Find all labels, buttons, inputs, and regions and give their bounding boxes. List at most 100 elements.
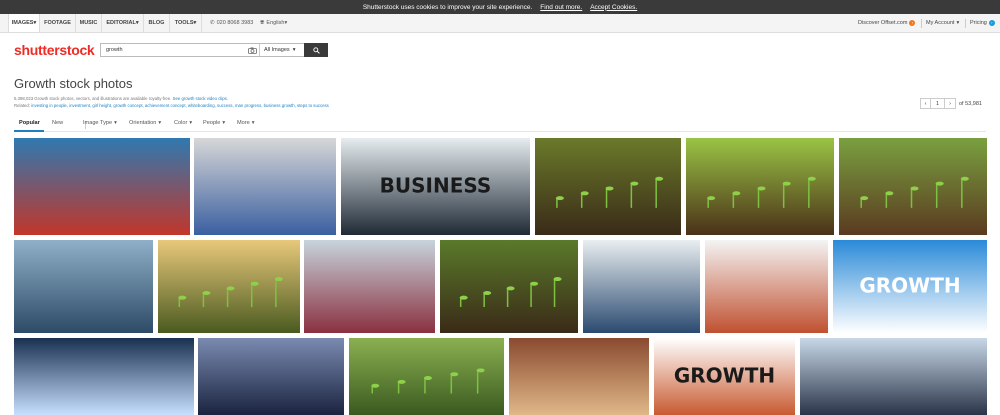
caret-down-icon: ▾ <box>114 120 117 126</box>
filter-image-type[interactable]: Image Type ▾ <box>83 120 117 126</box>
arrow-right-icon: › <box>909 20 916 26</box>
tab-new[interactable]: New <box>52 120 63 126</box>
image-thumbnail <box>509 338 649 415</box>
image-result[interactable] <box>705 240 828 333</box>
active-tab-indicator <box>14 130 44 132</box>
image-result[interactable] <box>14 338 194 415</box>
filter-more-label: More <box>237 120 250 126</box>
tab-popular[interactable]: Popular <box>19 120 40 126</box>
page-number: 1 <box>935 100 940 107</box>
nav-editorial[interactable]: EDITORIAL ▾ <box>102 14 144 32</box>
page-number-input[interactable]: 1 <box>931 98 945 109</box>
nav-divider <box>965 19 966 28</box>
image-result[interactable]: GROWTH <box>833 240 987 333</box>
prev-page-button[interactable]: ‹ <box>920 98 931 109</box>
image-result[interactable] <box>349 338 504 415</box>
image-result[interactable]: BUSINESS <box>341 138 530 235</box>
caret-down-icon: ▾ <box>193 20 197 26</box>
image-result[interactable] <box>194 138 336 235</box>
filter-color-label: Color <box>174 120 188 126</box>
image-result[interactable] <box>14 240 153 333</box>
arrow-right-icon: › <box>988 20 995 26</box>
page-title: Growth stock photos <box>14 76 133 91</box>
language-selector[interactable]: 🌐︎ English ▾ <box>260 14 287 32</box>
language-label: English <box>266 20 285 26</box>
image-type-select[interactable]: All Images ▾ <box>260 47 304 53</box>
caret-down-icon: ▾ <box>222 120 226 126</box>
image-result[interactable] <box>583 240 700 333</box>
logo-text: shutterstock <box>14 42 95 58</box>
image-result[interactable] <box>304 240 435 333</box>
related-label: Related: <box>14 103 31 108</box>
chevron-left-icon: ‹ <box>924 100 927 107</box>
nav-editorial-label: EDITORIAL <box>106 20 136 26</box>
cookie-message: Shutterstock uses cookies to improve you… <box>362 3 533 11</box>
filter-more[interactable]: More ▾ <box>237 120 255 126</box>
phone-number[interactable]: ✆ 020 8068 3983 <box>210 14 253 32</box>
image-result[interactable] <box>839 138 987 235</box>
pricing-label: Pricing <box>970 20 987 26</box>
results-count-text: 5,398,023 Growth stock photos, vectors, … <box>14 96 172 101</box>
image-overlay-text: GROWTH <box>674 364 775 388</box>
nav-images-label: IMAGES <box>11 20 34 26</box>
image-result[interactable] <box>158 240 300 333</box>
pricing-link[interactable]: Pricing › <box>970 14 995 32</box>
results-description: 5,398,023 Growth stock photos, vectors, … <box>14 96 228 101</box>
cookie-find-out-more-link[interactable]: Find out more. <box>540 4 582 11</box>
search-icon <box>312 46 320 54</box>
tab-popular-label: Popular <box>19 120 40 126</box>
camera-icon[interactable] <box>246 44 260 56</box>
next-page-button[interactable]: › <box>945 98 956 109</box>
chevron-right-icon: › <box>949 100 951 107</box>
nav-footage-label: FOOTAGE <box>44 20 71 26</box>
image-thumbnail <box>800 338 987 415</box>
nav-music[interactable]: MUSIC <box>76 14 102 32</box>
nav-music-label: MUSIC <box>79 20 98 26</box>
nav-blog[interactable]: BLOG <box>144 14 170 32</box>
image-result[interactable] <box>14 138 190 235</box>
image-thumbnail <box>158 240 300 333</box>
image-overlay-text: BUSINESS <box>380 174 492 198</box>
filter-bar: Popular New Image Type ▾ Orientation ▾ Col… <box>14 118 986 132</box>
caret-down-icon: ▾ <box>292 47 296 53</box>
image-result[interactable] <box>509 338 649 415</box>
caret-down-icon: ▾ <box>135 20 139 26</box>
caret-down-icon: ▾ <box>284 20 288 26</box>
nav-images[interactable]: IMAGES ▾ <box>8 14 40 32</box>
search-input[interactable]: growth <box>101 47 246 53</box>
video-clips-link[interactable]: See growth stock video clips. <box>173 96 228 101</box>
nav-blog-label: BLOG <box>148 20 165 26</box>
image-thumbnail: GROWTH <box>654 338 795 415</box>
image-result[interactable] <box>440 240 578 333</box>
filter-orientation[interactable]: Orientation ▾ <box>129 120 161 126</box>
image-thumbnail: BUSINESS <box>341 138 530 235</box>
related-searches: Related: investing in people, investment… <box>14 103 329 108</box>
my-account-label: My Account <box>926 20 955 26</box>
image-thumbnail <box>705 240 828 333</box>
image-thumbnail <box>304 240 435 333</box>
image-result[interactable] <box>535 138 681 235</box>
discover-offset-link[interactable]: Discover Offset.com › <box>858 14 916 32</box>
image-thumbnail <box>349 338 504 415</box>
nav-tools[interactable]: TOOLS ▾ <box>170 14 202 32</box>
image-overlay-text: GROWTH <box>859 274 960 298</box>
image-result[interactable] <box>686 138 834 235</box>
related-terms-links[interactable]: investing in people, investment, girl he… <box>31 103 329 108</box>
tab-new-label: New <box>52 120 64 126</box>
filter-color[interactable]: Color ▾ <box>174 120 192 126</box>
total-pages: of 53,981 <box>959 100 982 107</box>
my-account-menu[interactable]: My Account ▾ <box>926 14 959 32</box>
cookie-accept-link[interactable]: Accept Cookies. <box>590 4 637 11</box>
nav-divider <box>921 19 922 28</box>
nav-tools-label: TOOLS <box>174 20 194 26</box>
shutterstock-logo[interactable]: shutterstock <box>14 42 95 58</box>
filter-people[interactable]: People ▾ <box>203 120 225 126</box>
image-result[interactable] <box>198 338 344 415</box>
image-result[interactable]: GROWTH <box>654 338 795 415</box>
search-button[interactable] <box>304 43 328 57</box>
nav-footage[interactable]: FOOTAGE <box>40 14 76 32</box>
phone-label: 020 8068 3983 <box>216 20 254 26</box>
phone-icon: ✆ <box>210 20 215 26</box>
image-result[interactable] <box>800 338 987 415</box>
image-thumbnail <box>583 240 700 333</box>
